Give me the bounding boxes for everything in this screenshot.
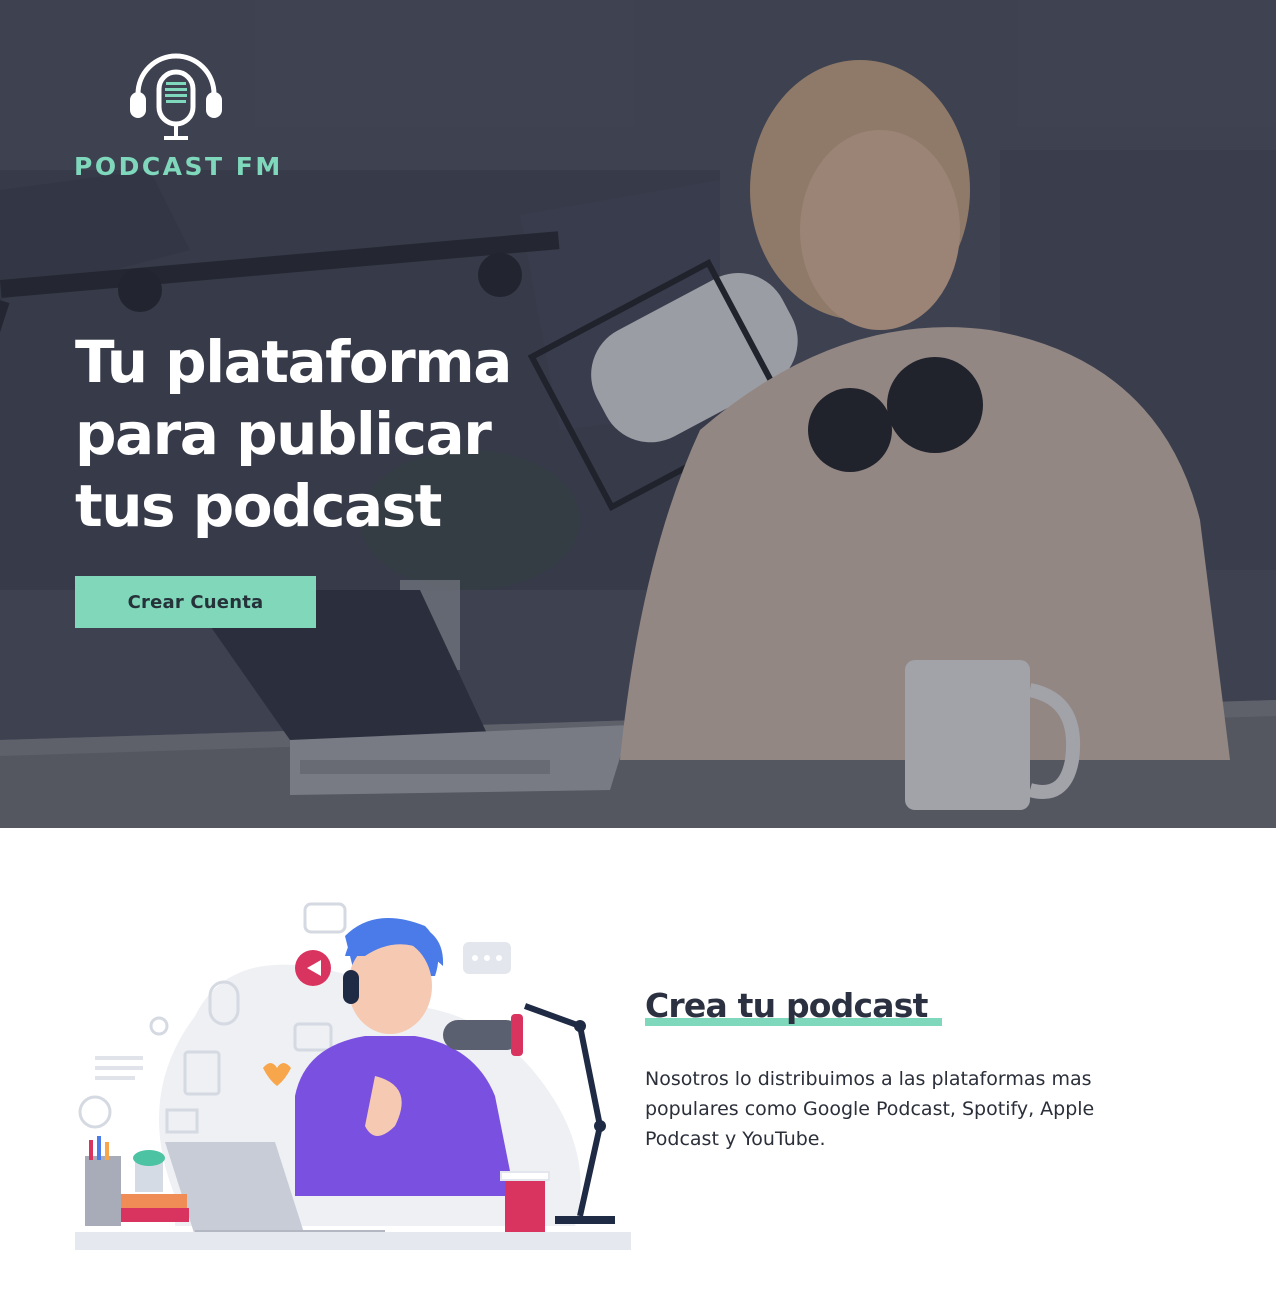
- brand-logo[interactable]: PODCAST FM: [74, 48, 284, 183]
- brand-name: PODCAST FM: [74, 152, 283, 181]
- hero-section: PODCAST FM Tu plataforma para publicar t…: [0, 0, 1276, 828]
- feature-title: Crea tu podcast: [645, 986, 928, 1025]
- headphones-microphone-icon: [130, 53, 222, 140]
- hero-title-line: para publicar: [75, 400, 492, 468]
- hero-title-line: Tu plataforma: [75, 328, 512, 396]
- create-account-button[interactable]: Crear Cuenta: [75, 576, 316, 628]
- hero-title: Tu plataforma para publicar tus podcast: [75, 326, 635, 542]
- podcaster-illustration: [75, 902, 631, 1250]
- hero-title-line: tus podcast: [75, 472, 442, 540]
- feature-description: Nosotros lo distribuimos a las plataform…: [645, 1068, 1095, 1150]
